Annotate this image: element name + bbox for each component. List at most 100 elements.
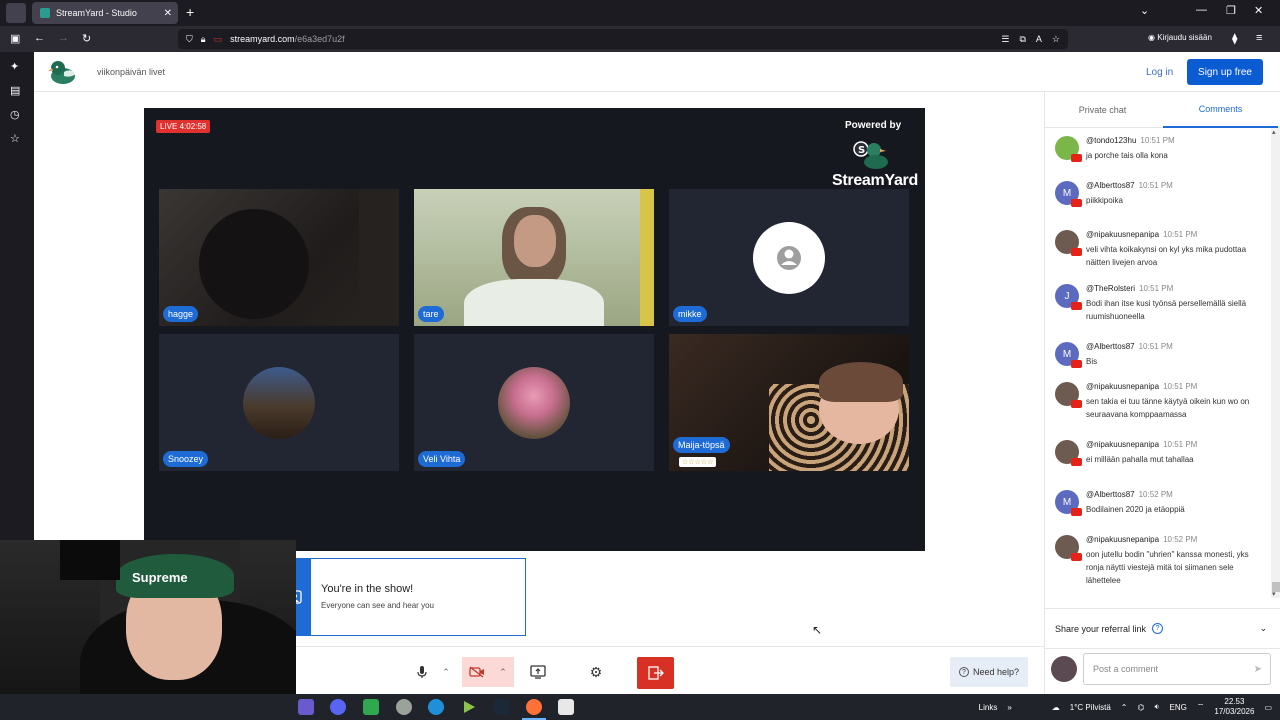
avatar — [1055, 535, 1082, 561]
translate-icon[interactable]: A — [1036, 34, 1042, 45]
weather-label[interactable]: 1°C Pilvistä — [1070, 703, 1111, 712]
weather-cloud-icon[interactable]: ☁ — [1052, 703, 1060, 712]
referral-label: Share your referral link — [1055, 623, 1147, 634]
participant-tile[interactable]: Snoozey — [159, 334, 399, 471]
forward-arrow-icon[interactable]: → — [58, 32, 69, 44]
participant-avatar — [498, 366, 570, 439]
comment-user: @tondo123hu — [1086, 136, 1137, 145]
comment-text: Bodilainen 2020 ja etäoppiä — [1086, 505, 1185, 514]
tab-close-icon[interactable]: ✕ — [164, 8, 172, 19]
bookmark-star-icon[interactable]: ☆ — [1052, 34, 1060, 45]
ai-sparkle-icon[interactable]: ✦ — [10, 60, 19, 73]
network-icon[interactable]: ⌬ — [1137, 703, 1144, 712]
toast-title: You're in the show! — [321, 583, 414, 595]
comment-time: 10:52 PM — [1163, 535, 1198, 544]
help-circle-icon[interactable]: ? — [1152, 623, 1164, 634]
comment-user: @nipakuusnepanipa — [1086, 382, 1160, 391]
login-link[interactable]: Log in — [1146, 67, 1173, 78]
minimize-icon[interactable]: — — [1196, 4, 1207, 16]
wifi-icon[interactable]: ⌔ — [1197, 702, 1205, 712]
avatar — [1055, 136, 1082, 162]
url-path: /e6a3ed7u2f — [294, 34, 345, 44]
app-white-icon[interactable] — [558, 699, 574, 715]
comment-text: ei millään pahalla mut tahallaa — [1086, 455, 1194, 464]
settings-gear-icon[interactable]: ⚙ — [582, 657, 610, 687]
reader-view-icon[interactable]: ☰ — [1001, 34, 1009, 45]
volume-icon[interactable]: 🔉︎ — [1154, 702, 1159, 712]
synced-tabs-icon[interactable]: ▤ — [10, 84, 20, 97]
extensions-icon[interactable]: ⧫ — [1232, 32, 1237, 45]
system-tray: Links » ☁ 1°C Pilvistä ⌃ ⌬ 🔉︎ ENG ⌔ 22.5… — [979, 694, 1280, 720]
microphone-icon[interactable] — [409, 657, 435, 687]
edge-icon[interactable] — [428, 699, 444, 715]
toast-subtitle: Everyone can see and hear you — [321, 601, 434, 610]
language-indicator[interactable]: ENG — [1170, 703, 1187, 712]
streamyard-duck-logo[interactable] — [48, 58, 78, 86]
taskbar-clock[interactable]: 22.53 17/03/2026 — [1214, 697, 1254, 717]
participant-tile[interactable]: hagge — [159, 189, 399, 326]
new-tab-button[interactable]: + — [186, 4, 194, 20]
signup-button[interactable]: Sign up free — [1187, 59, 1263, 85]
window-close-icon[interactable]: ✕ — [1254, 4, 1263, 17]
tray-expand-icon[interactable]: ⌃ — [1121, 703, 1128, 712]
tab-list-button[interactable] — [6, 3, 26, 23]
screenshot-icon[interactable]: ⧉ — [1019, 34, 1025, 45]
exit-icon — [647, 666, 664, 680]
participant-tile[interactable]: Veli Vihta — [414, 334, 654, 471]
scrollbar-thumb[interactable] — [1272, 582, 1280, 592]
menu-icon[interactable]: ≡ — [1256, 32, 1262, 44]
referral-section[interactable]: Share your referral link ? ⌄ — [1045, 608, 1280, 648]
app-green-icon[interactable] — [363, 699, 379, 715]
bookmarks-icon[interactable]: ☆ — [10, 132, 20, 145]
chevron-icon[interactable]: » — [1007, 703, 1011, 712]
participant-tile[interactable]: mikke — [669, 189, 909, 326]
maximize-icon[interactable]: ❐ — [1226, 4, 1236, 17]
camera-options-chevron-icon[interactable]: ⌃ — [499, 667, 507, 678]
comment-time: 10:51 PM — [1138, 342, 1173, 351]
chevron-down-icon[interactable]: ⌄ — [1259, 623, 1267, 634]
avatar: M — [1055, 181, 1082, 207]
back-arrow-icon[interactable]: ← — [34, 32, 45, 44]
need-help-button[interactable]: ? Need help? — [950, 657, 1028, 687]
youtube-icon — [1071, 199, 1082, 207]
participant-tile[interactable]: Maija-töpsä ☆☆☆☆☆ — [669, 334, 909, 471]
scroll-up-icon[interactable]: ▴ — [1272, 128, 1276, 136]
camera-off-button[interactable]: ⌃ — [462, 657, 514, 687]
discord-icon[interactable] — [330, 699, 346, 715]
camera-permission-icon[interactable]: ▭ — [214, 34, 223, 45]
participant-tile[interactable]: tare — [414, 189, 654, 326]
app-gray-icon[interactable] — [396, 699, 412, 715]
tab-overflow-chevron-icon[interactable]: ⌄ — [1140, 4, 1149, 17]
account-signin[interactable]: ◉ Kirjaudu sisään — [1148, 33, 1212, 42]
mic-options-chevron-icon[interactable]: ⌃ — [437, 657, 455, 687]
links-toolbar[interactable]: Links — [979, 703, 998, 712]
clock-date: 17/03/2026 — [1214, 707, 1255, 716]
comment-text: Bodi ihan itse kusi työnsä persellemällä… — [1086, 299, 1247, 321]
notification-icon[interactable]: ▭ — [1264, 703, 1272, 712]
live-badge: LIVE 4:02:58 — [156, 120, 211, 133]
comment-input[interactable]: Post a comment ➤ — [1083, 653, 1271, 685]
steam-icon[interactable] — [494, 699, 510, 715]
app-icon[interactable] — [298, 699, 314, 715]
lock-icon: 🔒︎ — [200, 33, 206, 44]
screen-share-icon[interactable] — [524, 657, 552, 687]
comment-text: piikkipoika — [1086, 196, 1123, 205]
history-icon[interactable]: ◷ — [10, 108, 20, 121]
sidebar-toggle-icon[interactable]: ▣ — [10, 32, 20, 45]
youtube-icon — [1071, 360, 1082, 368]
comments-scrollbar[interactable]: ▴ ▾ — [1271, 128, 1280, 598]
url-bar[interactable]: ⛉ 🔒︎ ▭ streamyard.com/e6a3ed7u2f ☰ ⧉ A ☆ — [178, 29, 1068, 49]
avatar — [1051, 656, 1077, 682]
tab-comments[interactable]: Comments — [1163, 92, 1278, 128]
firefox-icon[interactable] — [526, 699, 542, 715]
send-icon[interactable]: ➤ — [1254, 664, 1262, 675]
shield-icon: ⛉ — [186, 33, 193, 44]
tab-private-chat[interactable]: Private chat — [1045, 92, 1160, 128]
app-play-icon[interactable] — [461, 699, 477, 715]
leave-studio-button[interactable] — [637, 657, 674, 689]
participant-avatar — [243, 366, 315, 439]
avatar — [1055, 230, 1082, 256]
reload-icon[interactable]: ↻ — [82, 32, 91, 45]
youtube-icon — [1071, 458, 1082, 466]
browser-tab[interactable]: StreamYard - Studio ✕ — [32, 2, 178, 24]
